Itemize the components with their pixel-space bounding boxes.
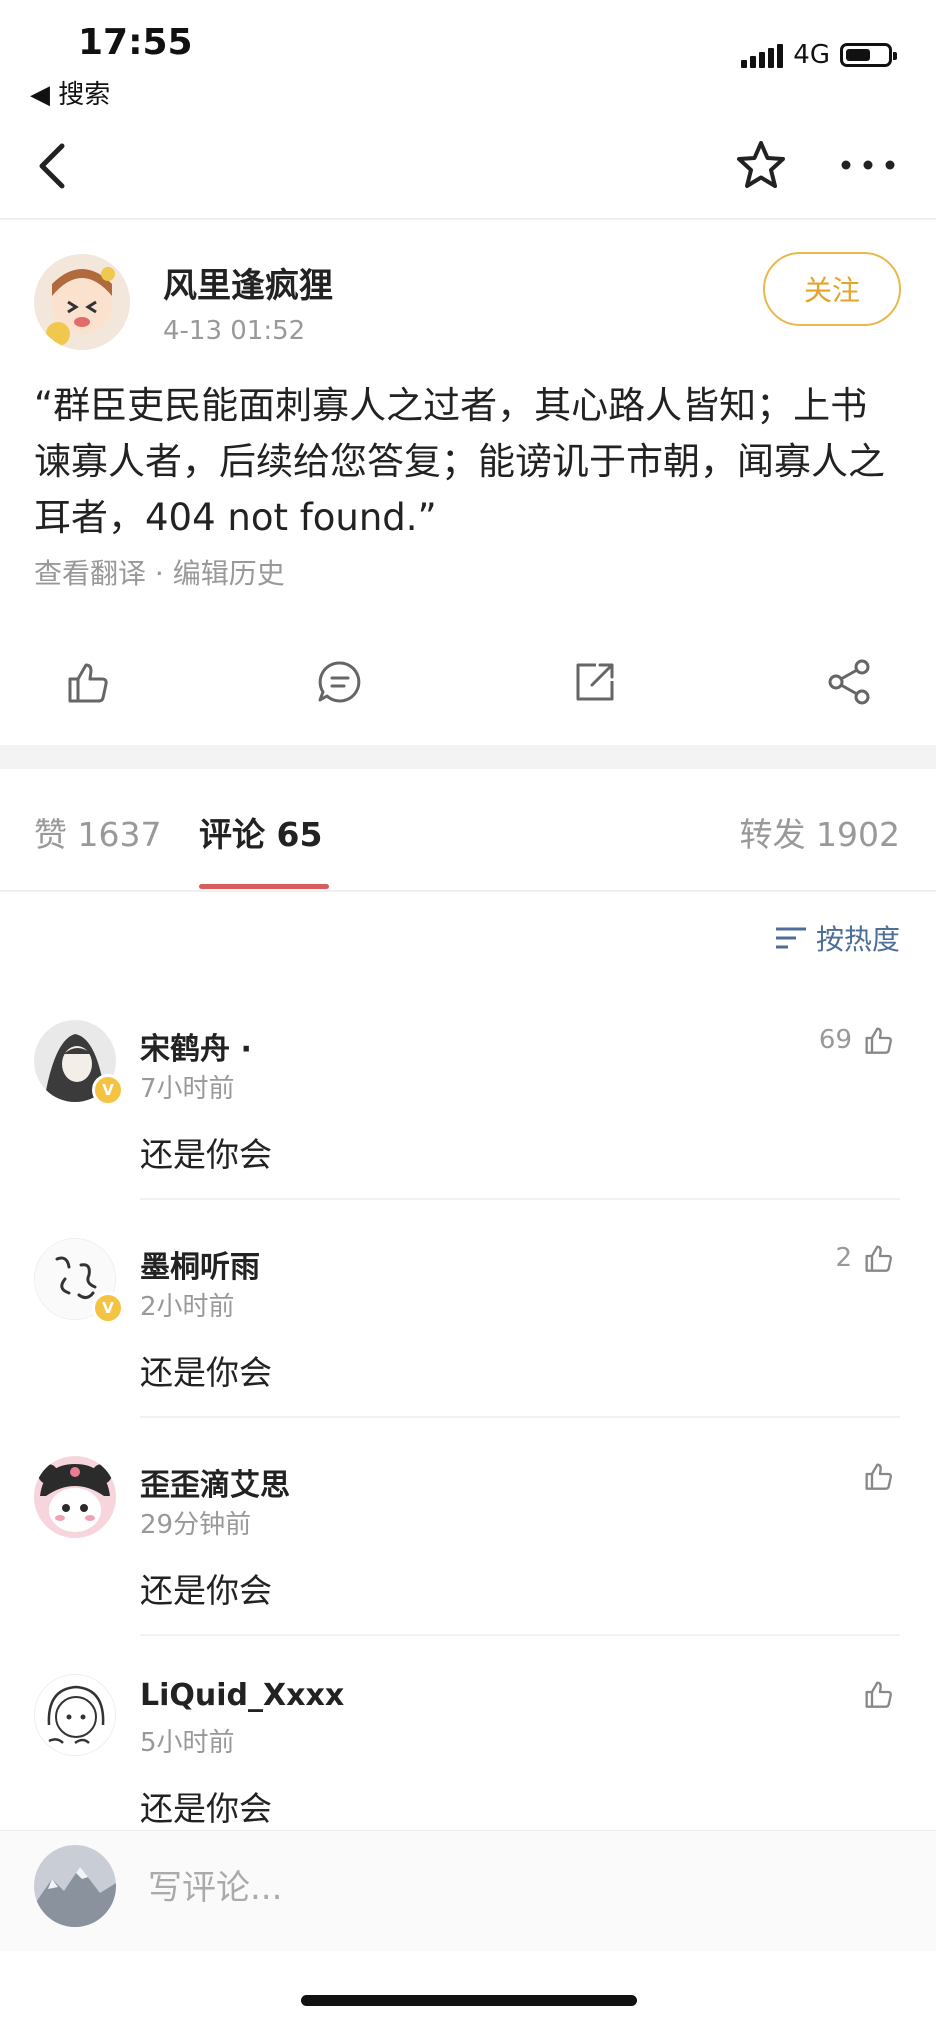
tab-likes[interactable]: 赞 1637 — [34, 808, 161, 856]
like-icon — [865, 1681, 892, 1708]
star-icon[interactable] — [733, 138, 789, 194]
home-indicator[interactable] — [301, 1995, 637, 2006]
like-icon — [865, 1027, 892, 1054]
section-gap — [0, 745, 936, 769]
tabs-divider — [0, 890, 936, 892]
comment-input[interactable]: 写评论... — [148, 1860, 282, 1909]
sort-button[interactable]: 按热度 — [774, 918, 900, 958]
comment-like-button[interactable] — [860, 1676, 896, 1712]
share-icon[interactable] — [822, 655, 876, 709]
tab-reposts[interactable]: 转发 1902 — [740, 808, 900, 856]
comment-text: 还是你会 — [140, 1571, 272, 1610]
tab-comments[interactable]: 评论 65 — [199, 808, 322, 856]
verified-badge-icon: V — [92, 1074, 124, 1106]
post-meta-links[interactable]: 查看翻译 · 编辑历史 — [34, 552, 285, 592]
comment-time: 29分钟前 — [140, 1510, 252, 1540]
like-icon — [865, 1245, 892, 1272]
status-indicators: 4G — [741, 40, 897, 70]
comment-divider — [140, 1416, 900, 1418]
comment-bar — [0, 1830, 936, 1951]
comment-time: 2小时前 — [140, 1292, 235, 1322]
comment-like-button[interactable]: 69 — [819, 1022, 896, 1058]
comment-text: 还是你会 — [140, 1789, 272, 1828]
comment-divider — [140, 1634, 900, 1636]
like-icon[interactable] — [60, 655, 114, 709]
author-avatar[interactable] — [34, 254, 130, 350]
like-icon — [865, 1463, 892, 1490]
nav-divider — [0, 218, 936, 220]
active-tab-indicator — [199, 884, 329, 889]
back-to-app-link[interactable]: ◀ 搜索 — [30, 74, 110, 111]
comment-avatar[interactable] — [34, 1674, 116, 1756]
status-time: 17:55 — [78, 22, 193, 63]
comment-icon[interactable] — [313, 655, 367, 709]
sort-icon — [775, 927, 806, 949]
signal-icon — [741, 42, 784, 68]
comment-like-button[interactable] — [860, 1458, 896, 1494]
comment-username[interactable]: 宋鹤舟 · — [140, 1024, 252, 1068]
back-arrow-icon[interactable] — [30, 138, 78, 194]
follow-button[interactable]: 关注 — [763, 252, 901, 326]
back-app-label: 搜索 — [58, 80, 111, 110]
more-icon[interactable] — [838, 150, 898, 180]
repost-icon[interactable] — [568, 655, 622, 709]
post-time: 4-13 01:52 — [163, 316, 306, 346]
comment-text: 还是你会 — [140, 1135, 272, 1174]
comment-time: 5小时前 — [140, 1728, 235, 1758]
post-text: “群臣吏民能面刺寡人之过者，其心路人皆知；上书谏寡人者，后续给您答复；能谤讥于市… — [34, 384, 885, 539]
my-avatar[interactable] — [34, 1845, 116, 1927]
comment-like-count: 2 — [835, 1243, 852, 1273]
comment-text: 还是你会 — [140, 1353, 272, 1392]
verified-badge-icon: V — [92, 1292, 124, 1324]
author-name[interactable]: 风里逢疯狸 — [163, 258, 333, 307]
comment-time: 7小时前 — [140, 1074, 235, 1104]
comment-avatar[interactable] — [34, 1456, 116, 1538]
comment-username[interactable]: 墨桐听雨 — [140, 1242, 260, 1286]
sort-label: 按热度 — [815, 923, 900, 956]
network-label: 4G — [793, 40, 830, 70]
comment-username[interactable]: 歪歪滴艾思 — [140, 1460, 290, 1504]
comment-divider — [140, 1198, 900, 1200]
comment-like-button[interactable]: 2 — [835, 1240, 896, 1276]
battery-icon — [840, 43, 897, 67]
comment-like-count: 69 — [818, 1025, 852, 1055]
comment-username[interactable]: LiQuid_Xxxx — [140, 1678, 344, 1713]
